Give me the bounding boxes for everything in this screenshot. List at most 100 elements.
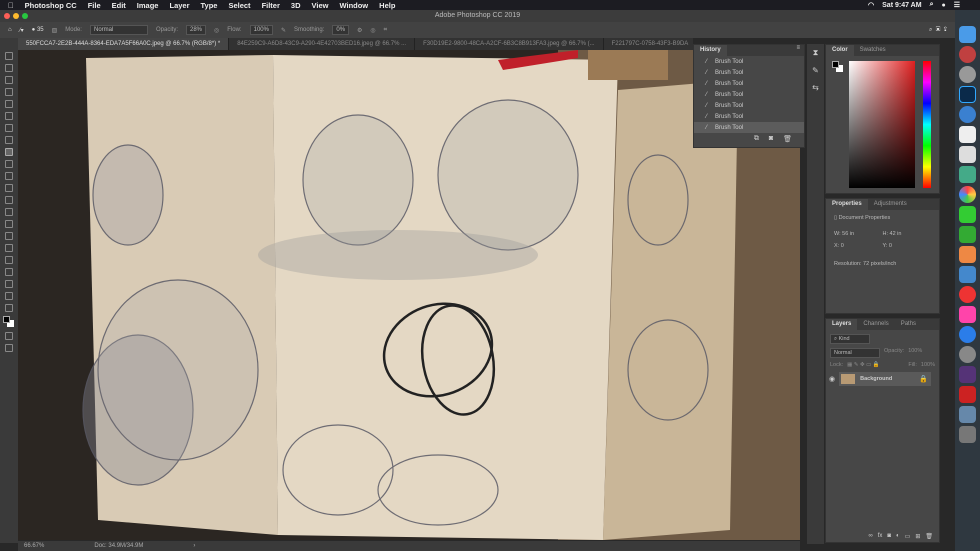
layer-opacity-field[interactable]: 100%	[908, 348, 922, 358]
keynote-icon[interactable]	[959, 266, 976, 283]
tab-document-3[interactable]: F30D19E2-9800-48CA-A2CF-6B3C8B913FA3.jpe…	[415, 38, 604, 50]
menu-type[interactable]: Type	[201, 1, 218, 10]
adjust-panel-icon[interactable]: ⇆	[812, 83, 819, 92]
pressure-opacity-icon[interactable]: ◎	[214, 27, 219, 34]
apple-icon[interactable]: 	[8, 1, 14, 10]
music-icon[interactable]	[959, 306, 976, 323]
share-icon[interactable]: ⇪	[944, 27, 947, 33]
menu-help[interactable]: Help	[379, 1, 395, 10]
finder-icon[interactable]	[959, 26, 976, 43]
menu-3d[interactable]: 3D	[291, 1, 301, 10]
menu-app[interactable]: Photoshop CC	[25, 1, 77, 10]
brush-icon[interactable]: ⁄▾	[20, 27, 24, 34]
history-item[interactable]: ⁄ Brush Tool	[694, 67, 804, 78]
hand-tool-icon[interactable]	[5, 280, 13, 288]
status-menu-arrow[interactable]: ›	[193, 541, 195, 551]
siri-icon[interactable]: ●	[941, 2, 945, 9]
quick-select-tool-icon[interactable]	[5, 88, 13, 96]
adjustment-icon[interactable]: ◐	[896, 533, 900, 540]
mode-select[interactable]: Normal	[89, 25, 148, 35]
eraser-tool-icon[interactable]	[5, 184, 13, 192]
blur-tool-icon[interactable]	[5, 208, 13, 216]
height-value[interactable]: H: 42 in	[883, 231, 932, 237]
dodge-tool-icon[interactable]	[5, 220, 13, 228]
path-select-tool-icon[interactable]	[5, 256, 13, 264]
blend-mode-select[interactable]: Normal	[830, 348, 880, 358]
tab-history[interactable]: History	[694, 45, 727, 56]
smoothing-field[interactable]: 0%	[332, 25, 350, 35]
wifi-icon[interactable]: ◠	[868, 1, 874, 9]
app-store-icon[interactable]	[959, 326, 976, 343]
home-icon[interactable]: ⌂	[8, 27, 12, 33]
tab-document-2[interactable]: 84E259C9-A6D8-43C9-A290-4E42703BED16.jpe…	[229, 38, 416, 50]
menu-edit[interactable]: Edit	[112, 1, 126, 10]
acrobat-icon[interactable]	[959, 386, 976, 403]
history-item[interactable]: ⁄ Brush Tool	[694, 89, 804, 100]
tab-channels[interactable]: Channels	[857, 319, 894, 330]
group-icon[interactable]: ▭	[905, 533, 911, 540]
workspace-icon[interactable]: ▣	[936, 27, 941, 33]
spotlight-icon[interactable]: ⌕	[930, 1, 934, 9]
marquee-tool-icon[interactable]	[5, 64, 13, 72]
healing-tool-icon[interactable]	[5, 136, 13, 144]
history-panel-icon[interactable]: ⧗	[813, 48, 819, 58]
safari-icon[interactable]	[959, 66, 976, 83]
lock-icons[interactable]: ▦ ✎ ✥ ▭ 🔒	[847, 362, 880, 368]
fill-field[interactable]: 100%	[921, 362, 935, 368]
menu-window[interactable]: Window	[339, 1, 368, 10]
hue-slider[interactable]	[923, 61, 931, 188]
trash-icon[interactable]: 🗑	[925, 533, 933, 540]
browser-icon[interactable]	[959, 106, 976, 123]
link-icon[interactable]: ∞	[868, 533, 872, 540]
tab-adjustments[interactable]: Adjustments	[868, 199, 913, 210]
tab-properties[interactable]: Properties	[826, 199, 868, 210]
layer-filter-select[interactable]: ⌕ Kind	[830, 334, 870, 344]
document-canvas[interactable]	[18, 50, 800, 540]
maps-icon[interactable]	[959, 166, 976, 183]
panel-menu-icon[interactable]: ≡	[796, 45, 804, 56]
photos-icon[interactable]	[959, 186, 976, 203]
fx-icon[interactable]: fx	[878, 533, 883, 540]
brush-settings-icon[interactable]: ▧	[52, 27, 58, 34]
history-item[interactable]: ⁄ Brush Tool	[694, 111, 804, 122]
mask-icon[interactable]: ◙	[887, 533, 891, 540]
numbers-icon[interactable]	[959, 246, 976, 263]
history-brush-tool-icon[interactable]	[5, 172, 13, 180]
snapshot-icon[interactable]: ◙	[769, 135, 773, 143]
new-layer-icon[interactable]: ⊞	[915, 533, 920, 540]
photoshop-icon[interactable]	[959, 86, 976, 103]
tab-swatches[interactable]: Swatches	[854, 45, 892, 56]
zoom-button[interactable]	[22, 13, 28, 19]
brush-settings-panel-icon[interactable]: ✎	[812, 66, 819, 75]
eye-icon[interactable]: ◉	[829, 375, 835, 383]
search-icon[interactable]: ⌕	[929, 27, 932, 33]
system-preferences-icon[interactable]	[959, 346, 976, 363]
x-value[interactable]: X: 0	[834, 243, 883, 249]
opacity-field[interactable]: 28%	[186, 25, 207, 35]
messages-icon[interactable]	[959, 206, 976, 223]
quick-mask-icon[interactable]	[5, 332, 13, 340]
color-swatches[interactable]	[3, 316, 15, 328]
crop-tool-icon[interactable]	[5, 100, 13, 108]
imovie-icon[interactable]	[959, 366, 976, 383]
gear-icon[interactable]: ⚙	[357, 27, 362, 34]
trash-icon[interactable]: 🗑	[783, 135, 792, 143]
shape-tool-icon[interactable]	[5, 268, 13, 276]
symmetry-icon[interactable]: ⌗	[384, 27, 387, 34]
tab-document-1[interactable]: 550FCCA7-2E2B-444A-8364-EDA7A5F66A0C.jpe…	[18, 38, 230, 50]
launchpad-icon[interactable]	[959, 46, 976, 63]
menu-layer[interactable]: Layer	[169, 1, 189, 10]
brush-preset[interactable]: ● 35	[32, 27, 44, 33]
pressure-size-icon[interactable]: ◎	[370, 27, 375, 34]
history-item[interactable]: ⁄ Brush Tool	[694, 56, 804, 67]
stamp-tool-icon[interactable]	[5, 160, 13, 168]
trash-icon[interactable]	[959, 426, 976, 443]
flow-field[interactable]: 100%	[249, 25, 273, 35]
history-item[interactable]: ⁄ Brush Tool	[694, 100, 804, 111]
zoom-tool-icon[interactable]	[5, 292, 13, 300]
more-tools-icon[interactable]	[5, 304, 13, 312]
lasso-tool-icon[interactable]	[5, 76, 13, 84]
brush-tool-icon[interactable]	[5, 148, 13, 156]
y-value[interactable]: Y: 0	[883, 243, 932, 249]
history-item[interactable]: ⁄ Brush Tool	[694, 78, 804, 89]
